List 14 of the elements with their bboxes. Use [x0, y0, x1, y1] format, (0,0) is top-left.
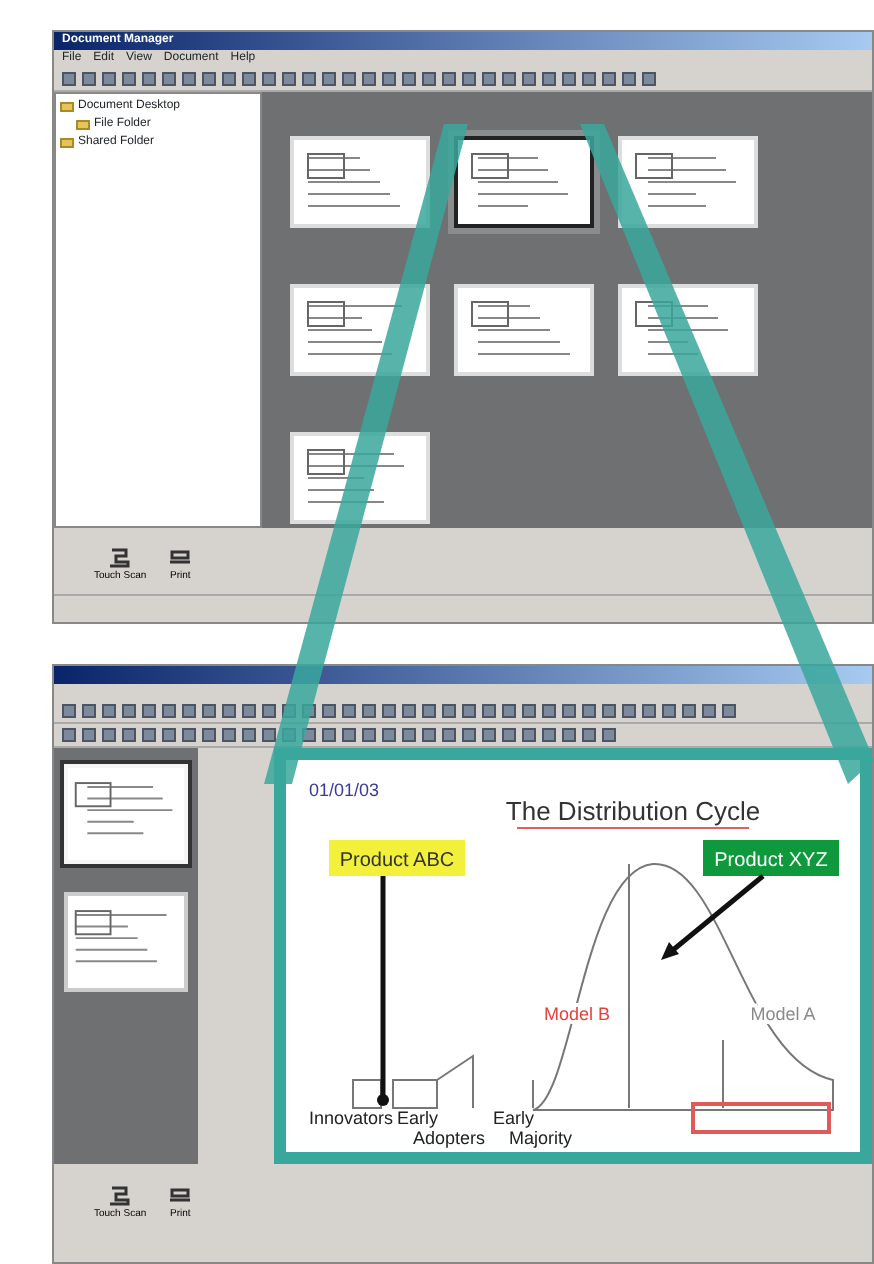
stage-label: Innovators: [309, 1108, 394, 1128]
date-text: 01/01/03: [309, 780, 380, 800]
page-thumbnail[interactable]: [64, 892, 188, 992]
product-tag: Product XYZ: [703, 840, 839, 876]
scanner-icon: [106, 546, 135, 571]
page-title: The Distribution Cycle: [505, 796, 761, 826]
stamp-box: [691, 1102, 831, 1134]
product-tag: Product ABC: [329, 840, 465, 876]
stage-label: Early Adopters: [397, 1108, 486, 1148]
document-thumbnail[interactable]: [454, 136, 594, 228]
printer-icon: [166, 1184, 195, 1208]
stage-label: Early Majority: [493, 1108, 573, 1148]
scanner-icon: [106, 1184, 135, 1208]
arrow: [661, 874, 765, 960]
